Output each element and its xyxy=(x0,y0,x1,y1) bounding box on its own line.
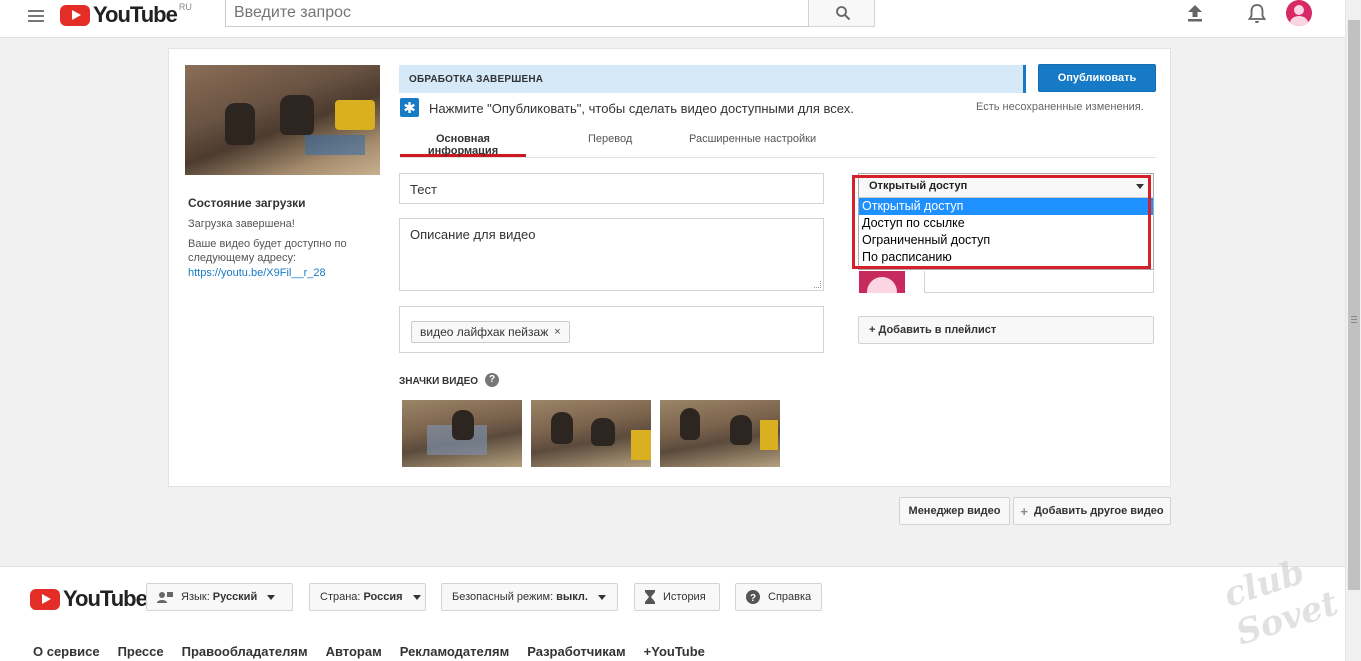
search-icon xyxy=(836,6,851,21)
footer-links: О сервисе Прессе Правообладателям Автора… xyxy=(33,644,723,659)
bell-icon[interactable] xyxy=(1247,3,1267,25)
upload-card: Состояние загрузки Загрузка завершена! В… xyxy=(168,48,1171,487)
scrollbar-thumb[interactable] xyxy=(1348,20,1360,590)
footer-link-developers[interactable]: Разработчикам xyxy=(527,644,625,659)
privacy-option-public[interactable]: Открытый доступ xyxy=(859,198,1153,215)
page-footer: YouTube Язык: Русский Страна: Россия Безоп… xyxy=(0,566,1345,661)
menu-icon[interactable] xyxy=(28,8,44,24)
play-logo-icon xyxy=(60,4,90,26)
tab-basic-info[interactable]: Основная информация xyxy=(400,133,526,157)
title-field[interactable]: Тест xyxy=(399,173,824,204)
footer-logo-text: YouTube xyxy=(63,586,148,611)
search-button[interactable] xyxy=(808,0,875,27)
video-address-text: Ваше видео будет доступно по следующему … xyxy=(188,238,347,264)
publish-hint: Нажмите "Опубликовать", чтобы сделать ви… xyxy=(429,101,854,116)
processing-text: ОБРАБОТКА ЗАВЕРШЕНА xyxy=(409,74,544,85)
chevron-down-icon xyxy=(597,594,606,600)
safe-mode-value: выкл. xyxy=(556,591,588,603)
unsaved-changes-text: Есть несохраненные изменения. xyxy=(976,101,1144,113)
privacy-dropdown[interactable]: Открытый доступ Открытый доступ Доступ п… xyxy=(858,173,1154,270)
footer-link-plus-youtube[interactable]: +YouTube xyxy=(644,644,705,659)
footer-link-press[interactable]: Прессе xyxy=(118,644,164,659)
video-manager-button[interactable]: Менеджер видео xyxy=(899,497,1010,525)
privacy-option-unlisted[interactable]: Доступ по ссылке xyxy=(859,215,1153,232)
footer-link-advertisers[interactable]: Рекламодателям xyxy=(400,644,509,659)
video-preview xyxy=(185,65,380,175)
language-prefix: Язык: xyxy=(181,591,210,603)
country-value: Россия xyxy=(363,591,403,603)
history-label: История xyxy=(663,591,706,603)
video-link[interactable]: https://youtu.be/X9Fil__r_28 xyxy=(188,267,326,279)
share-message-field[interactable] xyxy=(924,271,1154,293)
footer-play-logo-icon xyxy=(30,588,60,610)
tag-remove-icon[interactable]: × xyxy=(554,326,560,338)
star-icon: ✱ xyxy=(400,98,419,117)
history-button[interactable]: История xyxy=(634,583,720,611)
language-value: Русский xyxy=(212,591,258,603)
chevron-down-icon xyxy=(267,594,276,600)
country-select[interactable]: Страна: Россия xyxy=(309,583,426,611)
logo-region: RU xyxy=(178,2,192,12)
search-input[interactable] xyxy=(225,0,809,27)
processing-banner: ОБРАБОТКА ЗАВЕРШЕНА xyxy=(399,65,1026,93)
thumbnails-label: ЗНАЧКИ ВИДЕО xyxy=(399,376,479,387)
upload-status-title: Состояние загрузки xyxy=(188,196,306,210)
tab-translation[interactable]: Перевод xyxy=(588,133,632,145)
help-label: Справка xyxy=(768,591,812,603)
avatar[interactable] xyxy=(1286,0,1312,26)
footer-link-creators[interactable]: Авторам xyxy=(326,644,382,659)
help-button[interactable]: ? Справка xyxy=(735,583,822,611)
logo-text: YouTube xyxy=(93,2,178,27)
footer-link-copyright[interactable]: Правообладателям xyxy=(182,644,308,659)
top-header: YouTube RU xyxy=(0,0,1345,38)
help-circle-icon: ? xyxy=(746,590,760,604)
hourglass-icon xyxy=(645,590,655,604)
thumbnail-option-1[interactable] xyxy=(402,400,522,467)
language-select[interactable]: Язык: Русский xyxy=(146,583,293,611)
country-prefix: Страна: xyxy=(320,591,361,603)
privacy-selected-value[interactable]: Открытый доступ xyxy=(859,174,1153,198)
page-scrollbar[interactable] xyxy=(1345,0,1361,661)
language-icon xyxy=(157,591,173,603)
tag-chip: видео лайфхак пейзаж × xyxy=(411,321,570,343)
help-icon[interactable]: ? xyxy=(485,373,499,387)
resize-handle-icon[interactable] xyxy=(814,281,821,288)
privacy-option-private[interactable]: Ограниченный доступ xyxy=(859,232,1153,249)
tab-advanced-settings[interactable]: Расширенные настройки xyxy=(689,133,816,145)
add-another-video-button[interactable]: + Добавить другое видео xyxy=(1013,497,1171,525)
scrollbar-grip-icon xyxy=(1351,316,1357,325)
upload-status-text: Загрузка завершена! xyxy=(188,218,295,230)
safe-mode-select[interactable]: Безопасный режим: выкл. xyxy=(441,583,618,611)
plus-icon: + xyxy=(1020,503,1028,519)
safe-mode-prefix: Безопасный режим: xyxy=(452,591,554,603)
svg-text:?: ? xyxy=(750,593,756,604)
privacy-option-scheduled[interactable]: По расписанию xyxy=(859,249,1153,266)
thumbnail-option-3[interactable] xyxy=(660,400,780,467)
publish-button[interactable]: Опубликовать xyxy=(1038,64,1156,92)
add-to-playlist-button[interactable]: + Добавить в плейлист xyxy=(858,316,1154,344)
description-text: Описание для видео xyxy=(410,227,536,242)
upload-icon[interactable] xyxy=(1186,3,1204,23)
footer-link-about[interactable]: О сервисе xyxy=(33,644,100,659)
tabs-divider xyxy=(400,157,1156,158)
chevron-down-icon xyxy=(412,594,421,600)
footer-logo[interactable]: YouTube xyxy=(30,586,148,612)
tags-field[interactable]: видео лайфхак пейзаж × xyxy=(399,306,824,353)
thumbnail-option-2[interactable] xyxy=(531,400,651,467)
tag-label: видео лайфхак пейзаж xyxy=(420,325,549,339)
youtube-logo[interactable]: YouTube RU xyxy=(60,2,192,28)
share-avatar xyxy=(859,271,905,293)
add-another-video-label: Добавить другое видео xyxy=(1033,505,1164,517)
description-field[interactable]: Описание для видео xyxy=(399,218,824,291)
